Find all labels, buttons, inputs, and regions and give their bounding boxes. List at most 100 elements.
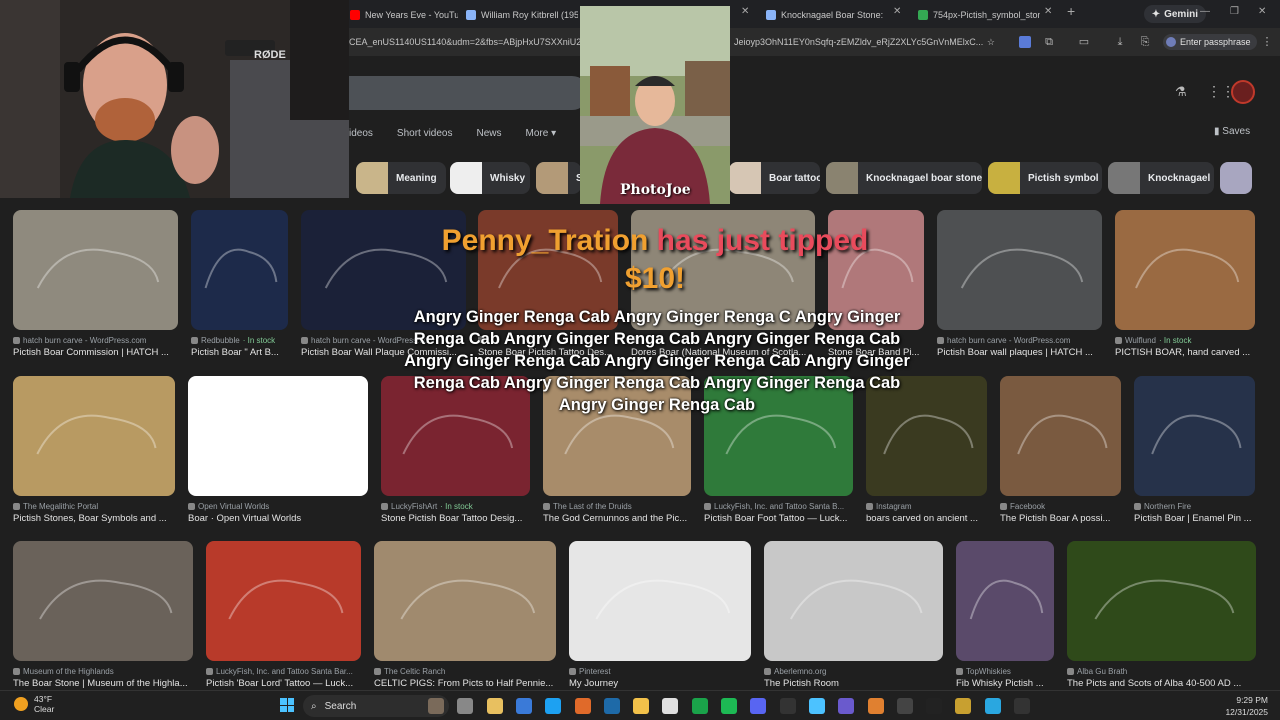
telegram-icon[interactable]: [984, 698, 1001, 714]
x-icon[interactable]: [1014, 698, 1030, 714]
result-title[interactable]: The God Cernunnos and the Pic...: [543, 513, 691, 524]
result-source[interactable]: Pinterest: [569, 667, 751, 676]
result-thumbnail[interactable]: [191, 210, 288, 330]
result-title[interactable]: My Journey: [569, 678, 751, 689]
tab-william-roy[interactable]: William Roy Kitbrell (1959-2: [466, 4, 578, 26]
image-result[interactable]: Redbubble · In stock Pictish Boar " Art B.…: [191, 210, 288, 360]
chip-boar-tattoo[interactable]: Boar tattoo: [729, 162, 820, 194]
image-result[interactable]: Aberlemno.org The Pictish Room: [764, 541, 943, 691]
maximize-icon[interactable]: ❐: [1230, 6, 1239, 17]
tab-youtube[interactable]: New Years Eve - YouTub: [350, 4, 458, 26]
labs-flask-icon[interactable]: ⚗: [1175, 84, 1187, 100]
new-tab-icon[interactable]: +: [1067, 3, 1075, 19]
spotify-icon[interactable]: [721, 698, 737, 714]
taskview-icon[interactable]: [457, 698, 474, 714]
result-title[interactable]: CELTIC PIGS: From Picts to Half Pennie..…: [374, 678, 556, 689]
result-source[interactable]: The Megalithic Portal: [13, 502, 175, 511]
result-source[interactable]: Open Virtual Worlds: [188, 502, 368, 511]
result-title[interactable]: boars carved on ancient ...: [866, 513, 987, 524]
result-source[interactable]: Redbubble · In stock: [191, 336, 288, 345]
image-result[interactable]: LuckyFish, Inc. and Tattoo Santa Bar... P…: [206, 541, 361, 691]
result-thumbnail[interactable]: [937, 210, 1102, 330]
result-source[interactable]: Facebook: [1000, 502, 1121, 511]
result-thumbnail[interactable]: [956, 541, 1054, 661]
result-thumbnail[interactable]: [764, 541, 943, 661]
result-source[interactable]: LuckyFish, Inc. and Tattoo Santa B...: [704, 502, 853, 511]
result-thumbnail[interactable]: [569, 541, 751, 661]
chip-knocknagael[interactable]: Knocknagael: [1108, 162, 1214, 194]
gemini-button[interactable]: ✦ Gemini: [1143, 5, 1206, 23]
image-result[interactable]: The Megalithic Portal Pictish Stones, Boa…: [13, 376, 175, 526]
result-thumbnail[interactable]: [188, 376, 368, 496]
result-source[interactable]: Alba Gu Brath: [1067, 667, 1256, 676]
system-clock[interactable]: 9:29 PM 12/31/2025: [1225, 694, 1268, 718]
filter-more[interactable]: More ▾: [526, 128, 557, 139]
vscode-icon[interactable]: [515, 698, 532, 714]
tab-knocknagael[interactable]: Knocknagael Boar Stone: His: [766, 4, 886, 26]
account-avatar[interactable]: [1231, 80, 1255, 104]
filter-videos[interactable]: ideos: [349, 128, 373, 139]
tab-search-icon[interactable]: ▭: [1078, 36, 1090, 48]
copilot-icon[interactable]: [574, 698, 591, 714]
chrome-icon[interactable]: [691, 698, 708, 714]
menu-dots-icon[interactable]: ⋮: [1261, 36, 1273, 48]
image-result[interactable]: Facebook The Pictish Boar A possi...: [1000, 376, 1121, 526]
result-source[interactable]: hatch burn carve - WordPress.com: [13, 336, 178, 345]
app-icon[interactable]: [808, 698, 825, 714]
result-title[interactable]: Pictish Stones, Boar Symbols and ...: [13, 513, 175, 524]
result-title[interactable]: The Pictish Room: [764, 678, 943, 689]
result-thumbnail[interactable]: [1134, 376, 1255, 496]
chip-stone[interactable]: S: [536, 162, 581, 194]
minimize-icon[interactable]: —: [1200, 6, 1210, 17]
result-thumbnail[interactable]: [13, 210, 178, 330]
chip-pictish-symbol[interactable]: Pictish symbol: [988, 162, 1102, 194]
result-title[interactable]: Pictish 'Boar Lord' Tattoo — Luck...: [206, 678, 361, 689]
app-icon[interactable]: [838, 698, 855, 714]
close-tab-icon[interactable]: ✕: [741, 6, 749, 17]
result-source[interactable]: The Celtic Ranch: [374, 667, 556, 676]
image-result[interactable]: Northern Fire Pictish Boar | Enamel Pin .…: [1134, 376, 1255, 526]
epic-icon[interactable]: [926, 698, 943, 714]
result-title[interactable]: Boar · Open Virtual Worlds: [188, 513, 368, 524]
result-thumbnail[interactable]: [1115, 210, 1255, 330]
passphrase-button[interactable]: Enter passphrase: [1163, 34, 1257, 50]
notepad-icon[interactable]: [662, 698, 679, 714]
result-title[interactable]: Fib Whisky Pictish ...: [956, 678, 1054, 689]
result-title[interactable]: Stone Pictish Boar Tattoo Desig...: [381, 513, 530, 524]
file-explorer-icon[interactable]: [486, 698, 503, 714]
puzzle-icon[interactable]: ⧉: [1043, 36, 1055, 48]
tab-pictish-symbol[interactable]: 754px-Pictish_symbol_stone_: [918, 4, 1040, 26]
profile-switch-icon[interactable]: ⎘: [1139, 36, 1151, 48]
folder-icon[interactable]: [633, 698, 650, 714]
download-icon[interactable]: ⤓: [1114, 36, 1126, 48]
image-result[interactable]: hatch burn carve - WordPress.com Pictish …: [937, 210, 1102, 360]
result-title[interactable]: Pictish Boar | Enamel Pin ...: [1134, 513, 1255, 524]
result-source[interactable]: Instagram: [866, 502, 987, 511]
result-source[interactable]: hatch burn carve - WordPress.com: [937, 336, 1102, 345]
windows-start-icon[interactable]: [280, 698, 294, 712]
result-source[interactable]: The Last of the Druids: [543, 502, 691, 511]
image-result[interactable]: Pinterest My Journey: [569, 541, 751, 691]
result-source[interactable]: Northern Fire: [1134, 502, 1255, 511]
chip-meaning[interactable]: Meaning: [356, 162, 446, 194]
image-result[interactable]: hatch burn carve - WordPress.com Pictish …: [13, 210, 178, 360]
result-source[interactable]: LuckyFishArt · In stock: [381, 502, 530, 511]
app-icon[interactable]: [896, 698, 913, 714]
obs-icon[interactable]: [779, 698, 796, 714]
chip-whisky[interactable]: Whisky: [450, 162, 530, 194]
image-result[interactable]: The Celtic Ranch CELTIC PIGS: From Picts …: [374, 541, 556, 691]
result-source[interactable]: Museum of the Highlands: [13, 667, 193, 676]
weather-widget[interactable]: 43°F Clear: [14, 694, 54, 714]
chip-more[interactable]: [1220, 162, 1252, 194]
image-result[interactable]: Open Virtual Worlds Boar · Open Virtual W…: [188, 376, 368, 526]
result-thumbnail[interactable]: [206, 541, 361, 661]
close-tab-icon[interactable]: ✕: [893, 6, 901, 17]
bookmark-star-icon[interactable]: ☆: [987, 37, 995, 48]
result-title[interactable]: The Boar Stone | Museum of the Highla...: [13, 678, 193, 689]
image-result[interactable]: Alba Gu Brath The Picts and Scots of Alba…: [1067, 541, 1256, 691]
result-thumbnail[interactable]: [1067, 541, 1256, 661]
result-thumbnail[interactable]: [1000, 376, 1121, 496]
extension-icon[interactable]: [1019, 36, 1031, 48]
edge-icon[interactable]: [545, 698, 562, 714]
result-source[interactable]: Wulflund · In stock: [1115, 336, 1255, 345]
